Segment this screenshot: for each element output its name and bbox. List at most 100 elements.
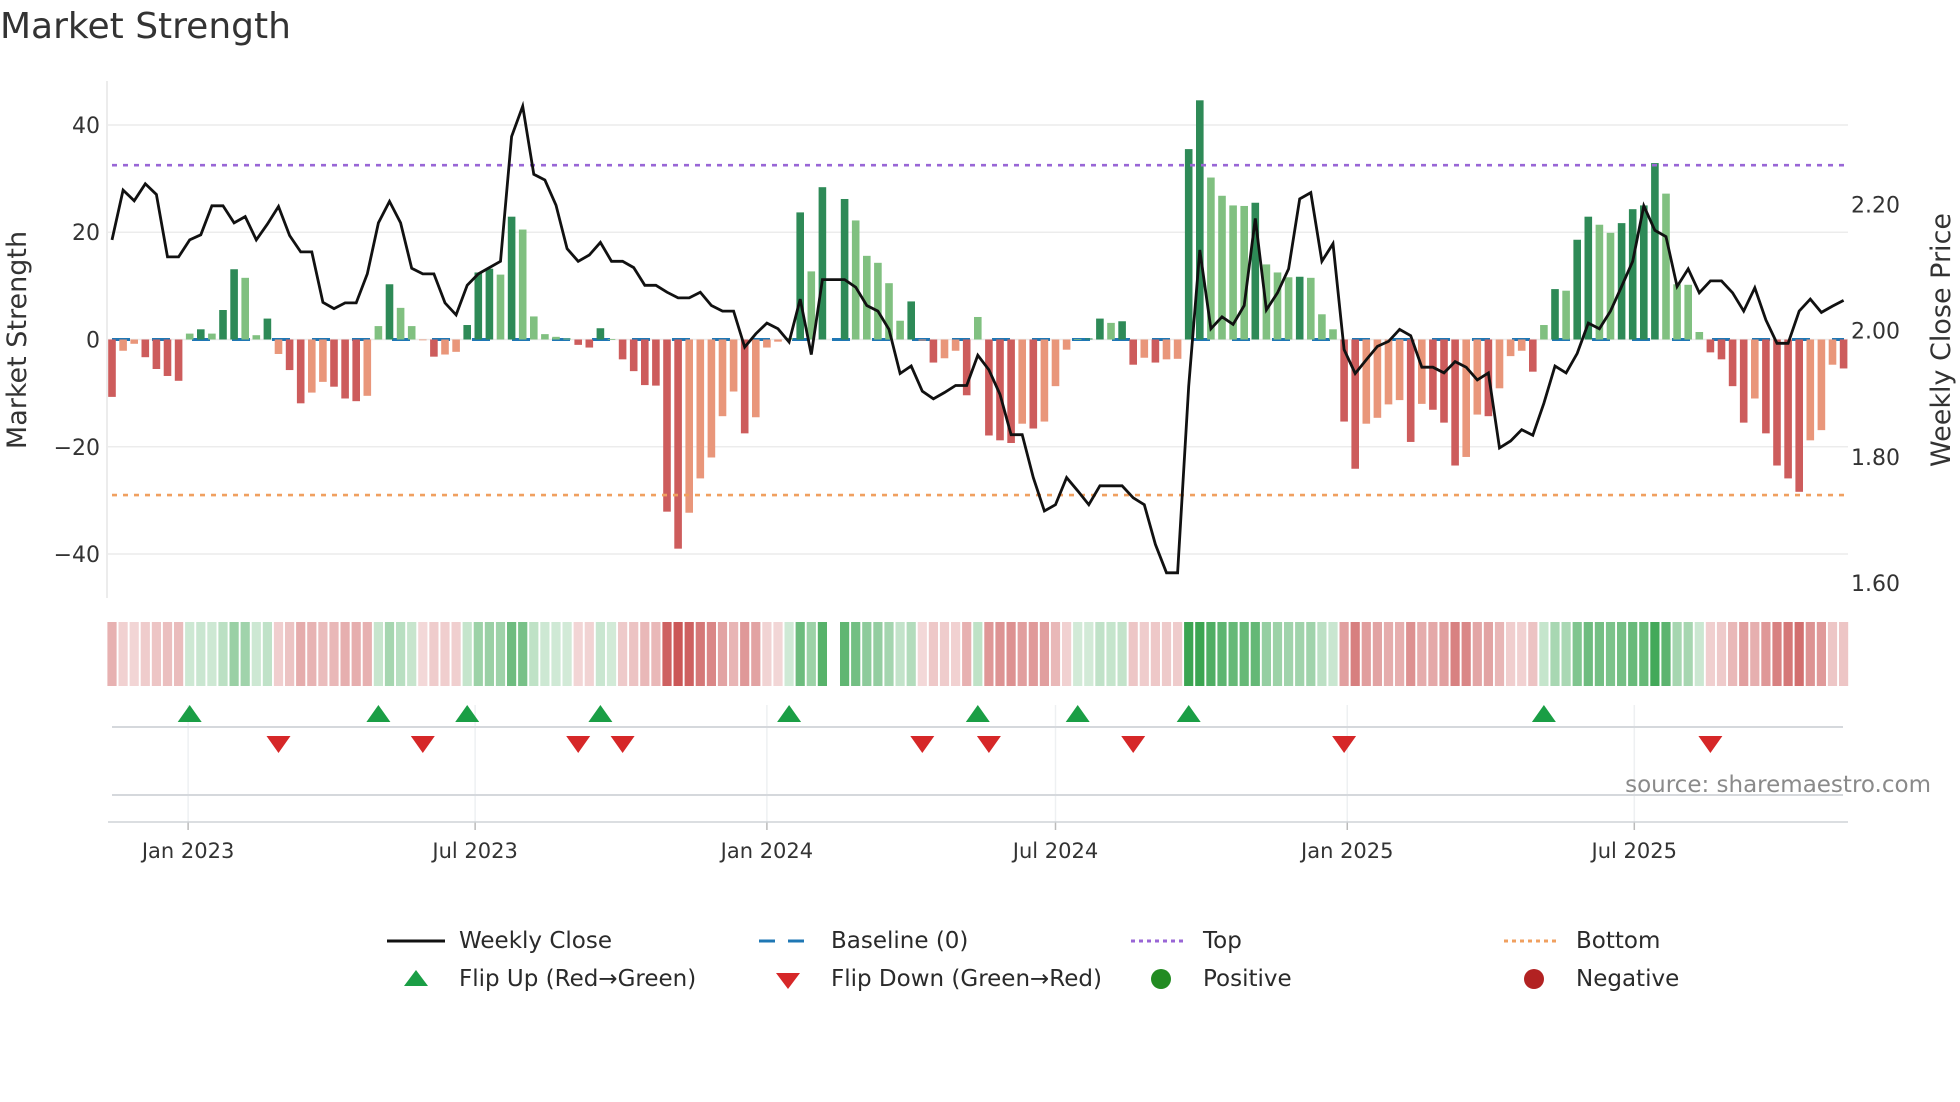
source-note: source: sharemaestro.com bbox=[1625, 772, 1931, 798]
x-tick-label: Jul 2024 bbox=[1011, 839, 1098, 863]
strength-bar bbox=[1684, 284, 1692, 340]
strength-bar bbox=[1051, 339, 1060, 387]
strength-bar bbox=[1307, 277, 1315, 340]
strip-cell bbox=[229, 622, 239, 686]
strip-cell bbox=[606, 622, 617, 686]
strip-cell bbox=[1661, 622, 1671, 686]
strength-bar bbox=[796, 212, 804, 340]
strength-bar bbox=[929, 339, 938, 363]
strength-bar bbox=[1706, 339, 1715, 353]
strip-cell bbox=[1217, 622, 1227, 686]
strength-bar bbox=[419, 339, 427, 341]
strip-cell bbox=[1639, 622, 1649, 686]
strength-bar bbox=[1784, 339, 1792, 479]
strength-bar bbox=[1329, 329, 1337, 340]
strip-cell bbox=[1161, 622, 1172, 686]
flip-up-marker bbox=[588, 705, 613, 722]
strength-bar bbox=[163, 339, 172, 376]
strip-cell bbox=[1406, 622, 1416, 686]
strength-bar bbox=[108, 339, 116, 397]
strength-bar bbox=[241, 277, 249, 340]
strip-cell bbox=[1361, 622, 1371, 686]
flip-up-marker bbox=[177, 705, 202, 722]
strength-bar bbox=[1462, 339, 1470, 457]
strip-cell bbox=[1827, 622, 1838, 686]
strip-cell bbox=[1705, 622, 1715, 686]
strip-cell bbox=[240, 622, 250, 686]
strip-cell bbox=[1261, 622, 1271, 686]
strip-cell bbox=[1073, 622, 1083, 686]
strip-cell bbox=[1772, 622, 1782, 686]
flip-down-marker bbox=[1332, 736, 1357, 753]
strip-cell bbox=[1816, 622, 1826, 686]
strength-bar bbox=[1162, 339, 1171, 360]
strip-cell bbox=[1184, 622, 1194, 686]
strip-cell bbox=[1839, 622, 1849, 686]
strip-cell bbox=[1006, 622, 1016, 686]
strength-bar bbox=[1673, 284, 1681, 340]
strip-cell bbox=[795, 622, 805, 686]
strength-bar bbox=[141, 339, 150, 358]
strength-bar bbox=[363, 339, 372, 396]
strength-bar bbox=[296, 339, 305, 404]
strength-bar bbox=[1762, 339, 1770, 434]
strip-cell bbox=[1084, 622, 1094, 686]
strip-cell bbox=[1750, 622, 1760, 686]
strip-cell bbox=[1372, 622, 1382, 686]
strength-bar bbox=[1429, 339, 1437, 410]
strength-bar bbox=[1584, 216, 1593, 340]
strength-bar bbox=[1751, 339, 1759, 399]
strip-cell bbox=[207, 622, 217, 686]
strength-bar bbox=[1240, 205, 1248, 340]
strip-cell bbox=[285, 622, 295, 686]
strength-bar bbox=[252, 335, 261, 340]
flip-down-marker bbox=[566, 736, 591, 753]
strip-cell bbox=[1594, 622, 1604, 686]
flip-down-marker bbox=[976, 736, 1001, 753]
strength-bar bbox=[452, 339, 460, 352]
strength-bar bbox=[641, 339, 649, 386]
strip-cell bbox=[384, 622, 395, 686]
y-axis-label: Market Strength bbox=[2, 231, 33, 449]
flip-down-marker bbox=[910, 736, 935, 753]
flip-up-marker bbox=[366, 705, 391, 722]
strip-cell bbox=[1117, 622, 1127, 686]
flip-down-marker bbox=[1698, 736, 1723, 753]
strip-cell bbox=[1683, 622, 1693, 686]
strip-cell bbox=[573, 622, 583, 686]
strength-bar bbox=[1651, 163, 1659, 340]
strength-bar bbox=[840, 198, 849, 340]
strength-bar bbox=[851, 220, 860, 340]
y-tick-label: 40 bbox=[72, 114, 100, 139]
strip-cell bbox=[440, 622, 450, 686]
strength-bar bbox=[119, 339, 127, 351]
strength-bar bbox=[729, 339, 738, 392]
strip-cell bbox=[640, 622, 650, 686]
strip-cell bbox=[484, 622, 494, 686]
y-tick-label: 20 bbox=[72, 221, 100, 246]
strength-bar bbox=[352, 339, 360, 402]
strip-cell bbox=[396, 622, 406, 686]
strength-bar bbox=[174, 339, 183, 381]
strength-bar bbox=[1495, 339, 1504, 389]
strip-cell bbox=[873, 622, 883, 686]
strength-bar bbox=[1839, 339, 1848, 369]
strip-cell bbox=[318, 622, 328, 686]
flip-down-marker bbox=[266, 736, 291, 753]
strip-cell bbox=[917, 622, 927, 686]
strip-cell bbox=[129, 622, 139, 686]
strength-bar bbox=[596, 328, 605, 340]
strip-cell bbox=[662, 622, 672, 686]
strip-cell bbox=[884, 622, 894, 686]
strip-cell bbox=[429, 622, 439, 686]
y-right-tick-label: 2.00 bbox=[1851, 320, 1900, 345]
market-strength-chart: 40 20 0 −20 −40 2.20 2.00 1.80 1.60 Jan 2023 Jul 2… bbox=[2, 81, 1957, 863]
strip-cell bbox=[895, 622, 905, 686]
strength-bar bbox=[951, 339, 960, 351]
strip-cell bbox=[1284, 622, 1294, 686]
strip-cell bbox=[1494, 622, 1505, 686]
strip-cell bbox=[1206, 622, 1216, 686]
strength-bar bbox=[1562, 290, 1570, 340]
strength-bar bbox=[507, 216, 516, 340]
y-right-tick-label: 2.20 bbox=[1851, 194, 1900, 219]
